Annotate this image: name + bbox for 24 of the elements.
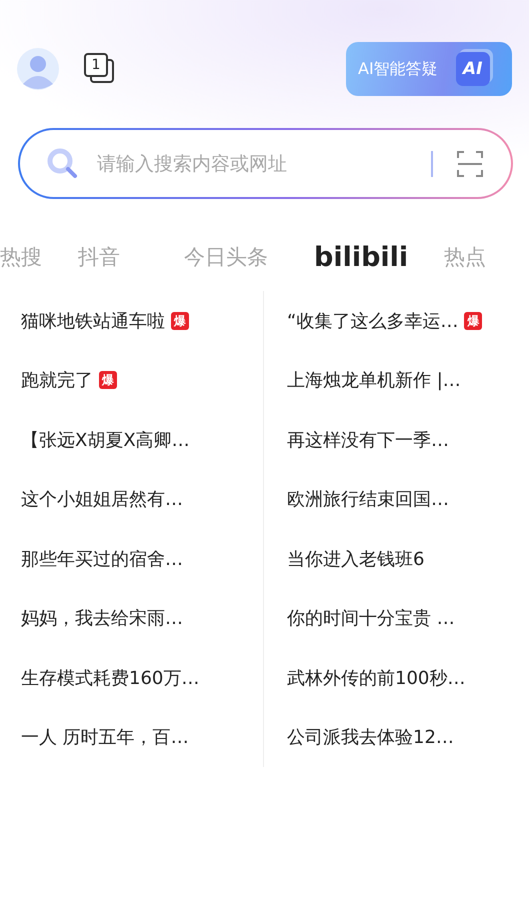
hot-badge: 爆 — [464, 312, 482, 330]
trending-item[interactable]: 一人 历时五年，百… — [21, 725, 189, 750]
avatar-icon[interactable] — [17, 48, 59, 90]
trending-item[interactable]: 公司派我去体验12… — [287, 725, 454, 750]
scan-icon[interactable] — [457, 150, 483, 176]
hot-badge: 爆 — [99, 371, 117, 390]
search-icon — [47, 148, 79, 180]
trending-item[interactable]: 跑就完了 — [21, 368, 93, 392]
trending-item[interactable]: “收集了这么多幸运… — [287, 308, 458, 333]
trending-item[interactable]: 当你进入老钱班6 — [287, 546, 424, 571]
hot-badge: 爆 — [171, 312, 189, 330]
ai-answer-button[interactable]: AI智能答疑 AI — [346, 42, 512, 96]
trending-item[interactable]: 妈妈，我去给宋雨… — [21, 606, 183, 630]
trending-item[interactable]: 那些年买过的宿舍… — [21, 546, 183, 571]
trending-item[interactable]: 生存模式耗费160万… — [21, 666, 200, 690]
category-tab[interactable]: bilibili — [314, 242, 408, 272]
trending-item[interactable]: 你的时间十分宝贵 … — [287, 606, 455, 630]
trending-item[interactable]: 欧洲旅行结束回国… — [287, 487, 449, 512]
trending-item[interactable]: 猫咪地铁站通车啦 — [21, 308, 165, 333]
trending-item[interactable]: 这个小姐姐居然有… — [21, 487, 183, 512]
trending-item[interactable]: 【张远X胡夏X高卿… — [21, 428, 190, 452]
trending-item[interactable]: 上海烛龙单机新作 |… — [287, 368, 461, 392]
trending-item[interactable]: 再这样没有下一季… — [287, 428, 449, 452]
trending-item[interactable]: 武林外传的前100秒… — [287, 666, 466, 690]
